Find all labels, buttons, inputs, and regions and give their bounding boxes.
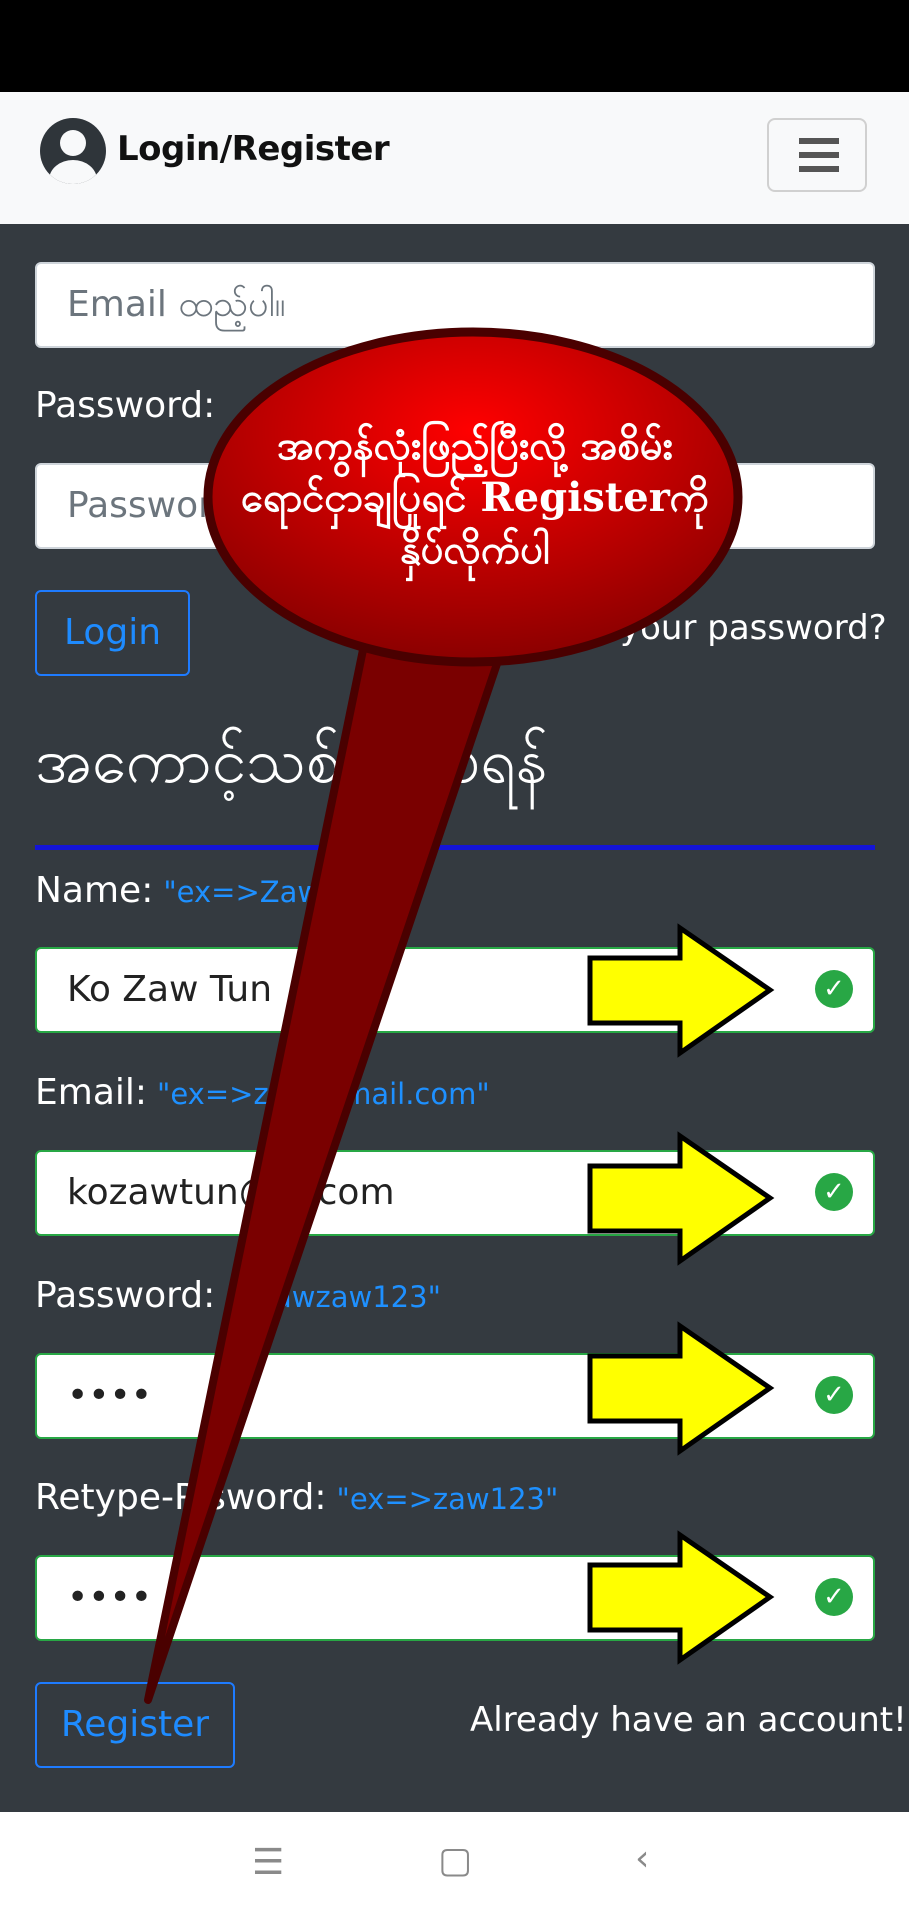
back-icon[interactable]: ‹ — [635, 1838, 649, 1879]
menu-icon[interactable]: ☰ — [252, 1842, 284, 1883]
arrow-icon — [587, 923, 775, 1665]
system-nav-bar: ☰ ▢ ‹ — [0, 1812, 909, 1920]
annotation-overlay — [144, 327, 775, 1704]
callout-pointer — [144, 636, 509, 1704]
callout-text: အကွန်လုံးဖြည့်ပြီးလို့ အစိမ်းရောင်ငှာချပ… — [241, 422, 709, 573]
home-icon[interactable]: ▢ — [438, 1840, 472, 1881]
